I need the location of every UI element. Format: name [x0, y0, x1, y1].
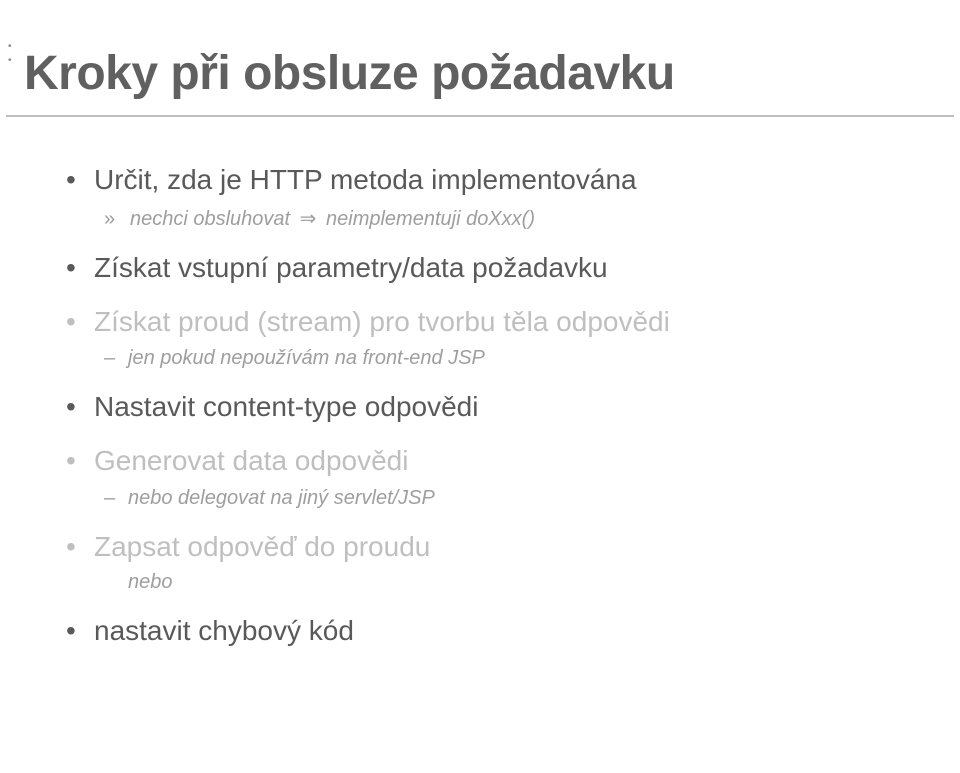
slide-title: Kroky při obsluze požadavku: [24, 46, 936, 101]
sublist-text: nebo delegovat na jiný servlet/JSP: [128, 487, 435, 509]
slide: • • Kroky při obsluze požadavku Určit, z…: [0, 40, 960, 773]
list-item-text: Určit, zda je HTTP metoda implementována: [94, 164, 637, 195]
title-bar: Kroky při obsluze požadavku: [6, 40, 954, 117]
list-item-text: Získat vstupní parametry/data požadavku: [94, 252, 608, 283]
sublist: » nechci obsluhovat ⇒ neimplementuji doX…: [94, 205, 916, 233]
sublist: nebo: [94, 568, 916, 596]
sublist-text-pre: nechci obsluhovat: [130, 208, 290, 230]
sublist-item: » nechci obsluhovat ⇒ neimplementuji doX…: [94, 205, 916, 233]
list-item: Získat proud (stream) pro tvorbu těla od…: [66, 303, 916, 373]
sublist-item: nebo delegovat na jiný servlet/JSP: [94, 484, 916, 512]
bullet-list: Určit, zda je HTTP metoda implementována…: [66, 161, 916, 650]
sublist: jen pokud nepoužívám na front-end JSP: [94, 344, 916, 372]
list-item: Generovat data odpovědi nebo delegovat n…: [66, 442, 916, 512]
sublist-text-post: neimplementuji doXxx(): [326, 208, 535, 230]
list-item-text: Nastavit content-type odpovědi: [94, 391, 478, 422]
list-item-text: Zapsat odpověď do proudu: [94, 531, 430, 562]
list-item: Získat vstupní parametry/data požadavku: [66, 249, 916, 287]
sublist-text: nebo: [128, 571, 173, 593]
sublist-text: jen pokud nepoužívám na front-end JSP: [128, 347, 485, 369]
sublist: nebo delegovat na jiný servlet/JSP: [94, 484, 916, 512]
list-item: Určit, zda je HTTP metoda implementována…: [66, 161, 916, 233]
slide-content: Určit, zda je HTTP metoda implementována…: [0, 117, 960, 650]
list-item-text: nastavit chybový kód: [94, 615, 354, 646]
list-item-text: Získat proud (stream) pro tvorbu těla od…: [94, 306, 670, 337]
sublist-item: nebo: [94, 568, 916, 596]
list-item: Zapsat odpověď do proudu nebo: [66, 528, 916, 596]
arrow-icon: ⇒: [296, 208, 321, 230]
raquo-icon: »: [104, 205, 115, 233]
list-item-text: Generovat data odpovědi: [94, 445, 408, 476]
sublist-item: jen pokud nepoužívám na front-end JSP: [94, 344, 916, 372]
list-item: nastavit chybový kód: [66, 612, 916, 650]
list-item: Nastavit content-type odpovědi: [66, 388, 916, 426]
